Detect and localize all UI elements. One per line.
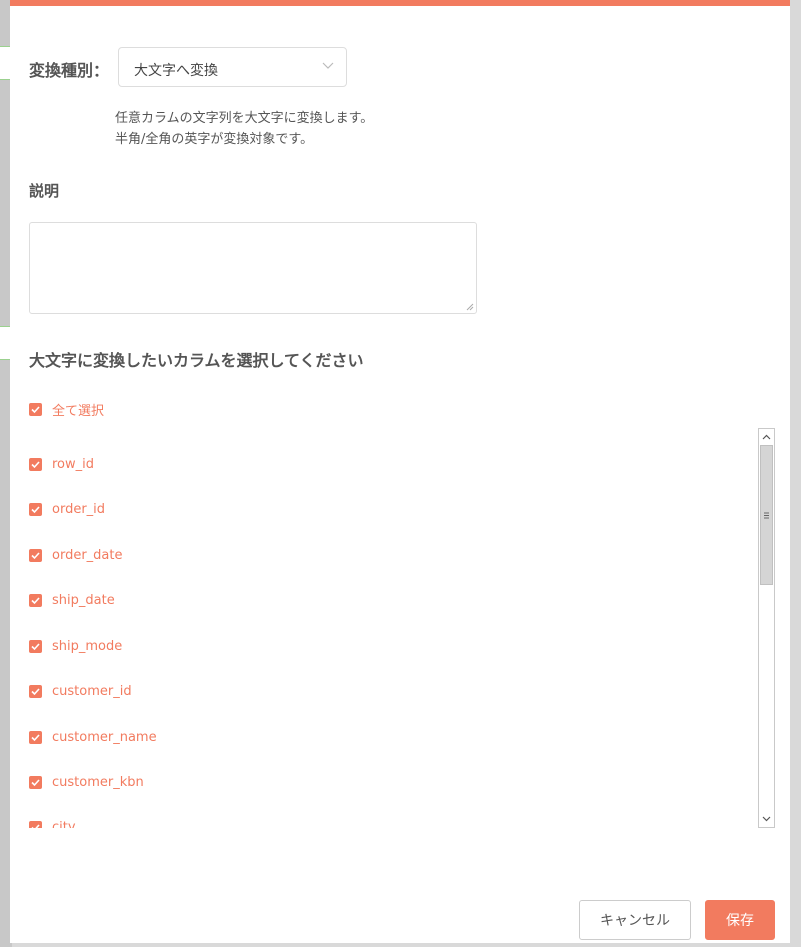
check-icon[interactable] (29, 458, 42, 471)
conversion-type-label: 変換種別： (29, 61, 110, 80)
check-icon[interactable] (29, 685, 42, 698)
scrollbar-thumb[interactable] (760, 445, 773, 585)
column-label: customer_kbn (52, 775, 144, 790)
check-icon[interactable] (29, 403, 42, 416)
cancel-button[interactable]: キャンセル (579, 900, 691, 940)
column-checkbox-item[interactable]: order_date (29, 548, 122, 563)
chevron-down-icon (322, 62, 334, 69)
column-label: row_id (52, 457, 95, 472)
column-checkbox-item[interactable]: customer_name (29, 730, 157, 745)
check-icon[interactable] (29, 503, 42, 516)
column-checkbox-item[interactable]: ship_mode (29, 639, 122, 654)
column-checkbox-item[interactable]: customer_id (29, 684, 132, 699)
dialog-accent-bar (10, 0, 790, 6)
column-checkbox-item[interactable]: row_id (29, 457, 94, 472)
save-button[interactable]: 保存 (705, 900, 775, 940)
check-icon[interactable] (29, 640, 42, 653)
columns-section-title: 大文字に変換したいカラムを選択してください (29, 351, 364, 370)
column-label: city (52, 820, 76, 828)
conversion-type-value: 大文字へ変換 (134, 63, 218, 79)
column-checkbox-item[interactable]: order_id (29, 502, 105, 517)
description-line: 任意カラムの文字列を大文字に変換します。 (115, 111, 374, 126)
column-list-scrollbar[interactable] (758, 428, 775, 828)
conversion-type-select[interactable]: 大文字へ変換 (118, 47, 347, 87)
check-icon[interactable] (29, 594, 42, 607)
select-all-label: 全て選択 (52, 404, 105, 419)
column-label: order_date (52, 548, 123, 563)
column-list: row_id order_id order_date ship_date shi… (10, 428, 778, 828)
column-label: ship_date (52, 593, 115, 608)
conversion-dialog: 変換種別： 大文字へ変換 任意カラムの文字列を大文字に変換します。 半角/全角の… (10, 0, 790, 943)
column-label: customer_id (52, 684, 132, 699)
check-icon[interactable] (29, 549, 42, 562)
check-icon[interactable] (29, 776, 42, 789)
select-all-checkbox[interactable]: 全て選択 (29, 400, 104, 419)
resize-grip-icon[interactable] (466, 303, 474, 311)
column-checkbox-item[interactable]: customer_kbn (29, 775, 144, 790)
column-label: ship_mode (52, 639, 123, 654)
arrow-up-icon[interactable] (759, 429, 774, 445)
column-label: order_id (52, 502, 106, 517)
column-checkbox-item[interactable]: ship_date (29, 593, 115, 608)
memo-label: 説明 (29, 182, 60, 200)
check-icon[interactable] (29, 821, 42, 828)
memo-textarea[interactable] (29, 222, 477, 314)
conversion-description: 任意カラムの文字列を大文字に変換します。 半角/全角の英字が変換対象です。 (115, 108, 373, 150)
column-label: customer_name (52, 730, 157, 745)
column-checkbox-item[interactable]: city (29, 820, 76, 828)
grip-icon (764, 512, 769, 519)
description-line: 半角/全角の英字が変換対象です。 (115, 132, 314, 147)
check-icon[interactable] (29, 731, 42, 744)
arrow-down-icon[interactable] (759, 811, 774, 827)
